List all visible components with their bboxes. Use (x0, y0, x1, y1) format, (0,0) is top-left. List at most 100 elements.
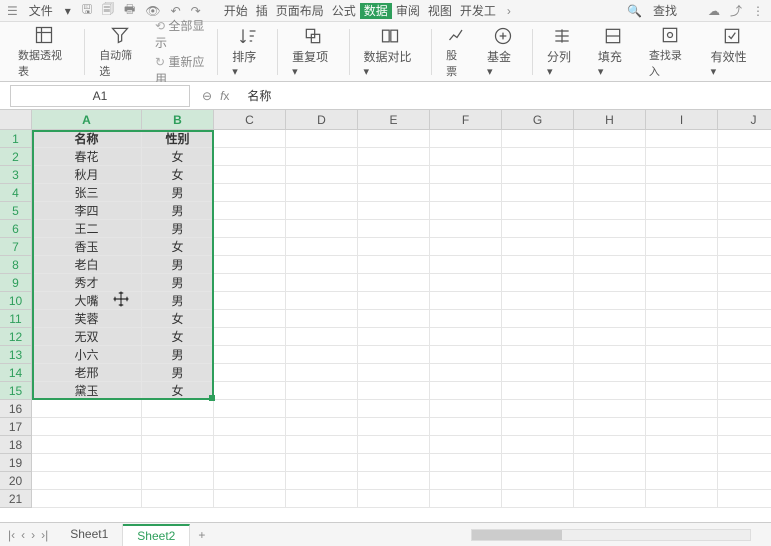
cell[interactable] (718, 454, 771, 472)
cell[interactable] (214, 328, 286, 346)
cell[interactable] (502, 184, 574, 202)
cell[interactable] (718, 274, 771, 292)
share-icon[interactable]: ⤴ (727, 2, 745, 19)
row-header[interactable]: 3 (0, 166, 32, 184)
cell[interactable] (430, 130, 502, 148)
cell[interactable] (286, 166, 358, 184)
cell[interactable] (574, 418, 646, 436)
cell[interactable] (358, 400, 430, 418)
cell[interactable] (214, 454, 286, 472)
cell[interactable] (574, 202, 646, 220)
preview-icon[interactable]: 👁 (142, 4, 163, 18)
cell[interactable] (502, 418, 574, 436)
cell[interactable] (32, 454, 142, 472)
cell[interactable] (286, 454, 358, 472)
row-header[interactable]: 10 (0, 292, 32, 310)
cell[interactable] (214, 490, 286, 508)
row-header[interactable]: 14 (0, 364, 32, 382)
cell[interactable] (430, 436, 502, 454)
cell[interactable] (502, 382, 574, 400)
pivot-button[interactable]: 数据透视表 (8, 22, 80, 81)
cell[interactable] (286, 382, 358, 400)
cell[interactable] (286, 400, 358, 418)
row-header[interactable]: 18 (0, 436, 32, 454)
cell[interactable] (286, 346, 358, 364)
cell[interactable] (718, 418, 771, 436)
cell[interactable] (502, 436, 574, 454)
cell[interactable] (718, 148, 771, 166)
cell[interactable] (430, 382, 502, 400)
cell[interactable] (502, 202, 574, 220)
cell[interactable] (286, 292, 358, 310)
menu-tab-2[interactable]: 页面布局 (272, 4, 328, 18)
column-header[interactable]: B (142, 110, 214, 130)
select-all-corner[interactable] (0, 110, 32, 130)
cell[interactable] (718, 382, 771, 400)
row-header[interactable]: 1 (0, 130, 32, 148)
cell[interactable] (718, 202, 771, 220)
cell[interactable] (32, 490, 142, 508)
cell[interactable] (286, 328, 358, 346)
cell[interactable] (430, 490, 502, 508)
cell[interactable]: 香玉 (32, 238, 142, 256)
cell[interactable]: 男 (142, 202, 214, 220)
row-header[interactable]: 20 (0, 472, 32, 490)
cell[interactable] (32, 400, 142, 418)
column-header[interactable]: J (718, 110, 771, 130)
cell[interactable] (646, 202, 718, 220)
cell[interactable] (646, 256, 718, 274)
cell[interactable] (718, 130, 771, 148)
cell[interactable]: 无双 (32, 328, 142, 346)
cell[interactable] (502, 130, 574, 148)
cell[interactable] (430, 256, 502, 274)
row-header[interactable]: 11 (0, 310, 32, 328)
cell[interactable] (646, 310, 718, 328)
cell[interactable] (358, 202, 430, 220)
cell[interactable] (358, 436, 430, 454)
cell[interactable] (502, 220, 574, 238)
cell[interactable] (718, 256, 771, 274)
row-header[interactable]: 21 (0, 490, 32, 508)
cell[interactable] (430, 310, 502, 328)
cell[interactable] (358, 490, 430, 508)
cell[interactable] (286, 184, 358, 202)
row-header[interactable]: 19 (0, 454, 32, 472)
cell[interactable] (574, 274, 646, 292)
cell[interactable] (430, 472, 502, 490)
row-header[interactable]: 12 (0, 328, 32, 346)
file-menu[interactable]: 文件 (25, 2, 57, 19)
autofilter-button[interactable]: 自动筛选 (89, 22, 151, 81)
cell[interactable] (646, 292, 718, 310)
cell[interactable] (502, 472, 574, 490)
cell[interactable] (142, 472, 214, 490)
menu-tab-0[interactable]: 开始 (220, 4, 252, 18)
name-box[interactable]: A1 (10, 85, 190, 107)
cell[interactable]: 李四 (32, 202, 142, 220)
cell[interactable] (646, 400, 718, 418)
cell[interactable]: 女 (142, 328, 214, 346)
row-header[interactable]: 2 (0, 148, 32, 166)
first-sheet-icon[interactable]: |‹ (6, 528, 17, 542)
cell[interactable] (646, 328, 718, 346)
cell[interactable] (32, 418, 142, 436)
cell[interactable] (718, 346, 771, 364)
cell[interactable] (502, 256, 574, 274)
cell[interactable] (502, 400, 574, 418)
cell[interactable] (358, 292, 430, 310)
cell[interactable] (430, 454, 502, 472)
redo-icon[interactable]: ↷ (188, 4, 204, 18)
cell[interactable] (358, 274, 430, 292)
cell[interactable] (502, 148, 574, 166)
undo-icon[interactable]: ↶ (168, 4, 184, 18)
cell[interactable] (502, 238, 574, 256)
cell[interactable] (214, 310, 286, 328)
search-icon[interactable]: 🔍 (624, 4, 645, 18)
cell[interactable] (502, 310, 574, 328)
menu-tab-6[interactable]: 视图 (424, 4, 456, 18)
cell[interactable] (286, 310, 358, 328)
cell[interactable] (646, 238, 718, 256)
menu-tab-1[interactable]: 插 (252, 4, 272, 18)
cell[interactable] (358, 148, 430, 166)
cell[interactable] (646, 418, 718, 436)
cell[interactable]: 老白 (32, 256, 142, 274)
